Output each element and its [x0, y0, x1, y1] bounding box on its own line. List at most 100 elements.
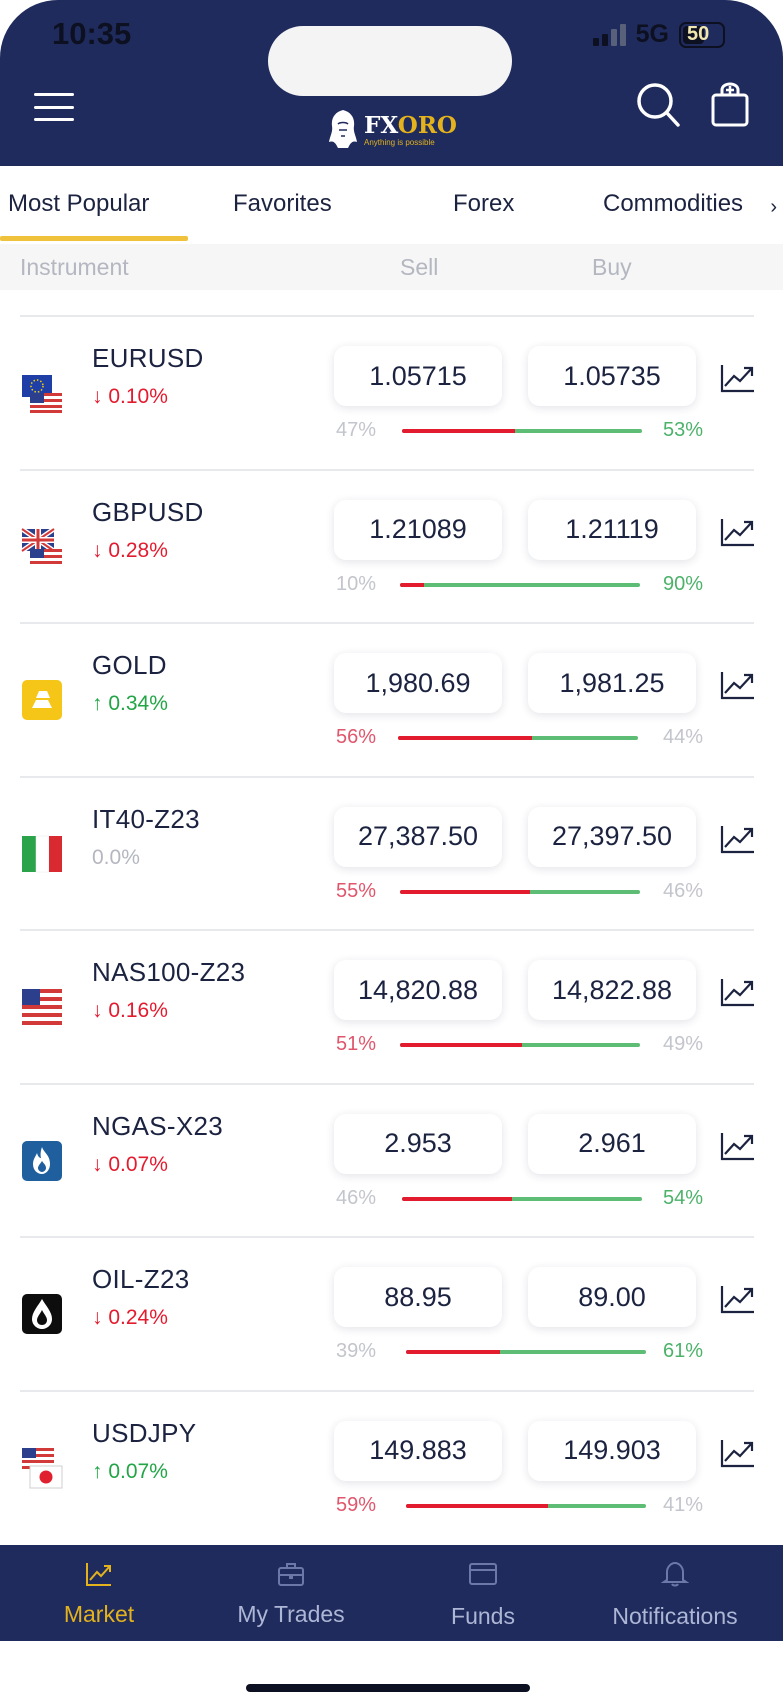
trend-chart-icon[interactable]	[720, 1436, 756, 1468]
sell-price-button[interactable]: 1.05715	[334, 346, 502, 406]
instrument-symbol: IT40-Z23	[92, 803, 200, 834]
chevron-right-icon[interactable]: ›	[770, 196, 777, 219]
row-divider	[20, 468, 754, 471]
nav-my-trades[interactable]: My Trades	[196, 1545, 386, 1641]
row-divider	[20, 622, 754, 624]
sentiment-bar	[400, 1043, 640, 1047]
instrument-row[interactable]: EURUSD ↓ 0.10% 1.05715 1.05735 47% 53%	[0, 315, 783, 469]
nav-my-trades-label: My Trades	[237, 1601, 345, 1627]
instrument-row[interactable]: NGAS-X23 ↓ 0.07% 2.953 2.961 46% 54%	[0, 1082, 783, 1237]
status-time: 10:35	[52, 16, 132, 51]
trend-chart-icon[interactable]	[720, 822, 756, 854]
network-type: 5G	[635, 20, 669, 48]
buy-sentiment-percent: 46%	[662, 879, 703, 902]
column-buy: Buy	[592, 254, 632, 280]
trend-chart-icon[interactable]	[720, 361, 756, 393]
sell-price-button[interactable]: 27,387.50	[334, 806, 502, 867]
gold-bars-icon	[22, 680, 62, 720]
tab-most-popular[interactable]: Most Popular	[8, 190, 149, 218]
sell-sentiment-percent: 51%	[336, 1033, 377, 1055]
instrument-list: EURUSD ↓ 0.10% 1.05715 1.05735 47% 53% G…	[0, 315, 783, 1543]
nav-funds[interactable]: Funds	[388, 1545, 578, 1641]
price-change: ↓ 0.28%	[92, 538, 168, 562]
buy-price-button[interactable]: 14,822.88	[528, 960, 696, 1020]
row-divider	[20, 315, 754, 317]
lion-logo-icon	[329, 110, 357, 148]
hamburger-menu-icon[interactable]	[34, 90, 74, 124]
buy-sentiment-percent: 53%	[662, 419, 703, 441]
nav-market[interactable]: Market	[4, 1545, 194, 1641]
instrument-row[interactable]: GOLD ↑ 0.34% 1,980.69 1,981.25 56% 44%	[0, 622, 783, 776]
buy-price-button[interactable]: 1.21119	[528, 499, 696, 560]
us-japan-flag-icon	[22, 1447, 63, 1488]
instrument-row[interactable]: IT40-Z23 0.0% 27,387.50 27,397.50 55% 46…	[0, 775, 783, 930]
instrument-row[interactable]: USDJPY ↑ 0.07% 149.883 149.903 59% 41%	[0, 1389, 783, 1544]
sentiment-bar	[400, 582, 640, 587]
row-divider	[20, 1082, 754, 1085]
instrument-symbol: OIL-Z23	[92, 1264, 190, 1294]
us-flag-icon	[22, 989, 62, 1025]
instrument-symbol: USDJPY	[92, 1417, 197, 1448]
home-indicator[interactable]	[246, 1684, 530, 1692]
bottom-navigation: Market My Trades Funds Notifications	[0, 1545, 783, 1641]
fxoro-logo: FXORO Anything is possible	[326, 108, 457, 152]
bell-icon	[661, 1561, 689, 1587]
instrument-row[interactable]: NAS100-Z23 ↓ 0.16% 14,820.88 14,822.88 5…	[0, 929, 783, 1083]
briefcase-icon	[278, 1563, 304, 1586]
nav-funds-label: Funds	[451, 1603, 515, 1629]
buy-price-button[interactable]: 1,981.25	[528, 653, 696, 713]
battery-level: 50	[687, 22, 710, 45]
trend-chart-icon[interactable]	[720, 515, 756, 547]
eu-us-flag-icon	[22, 375, 62, 413]
tab-favorites[interactable]: Favorites	[233, 190, 332, 218]
buy-price-button[interactable]: 89.00	[528, 1267, 696, 1327]
nav-notifications[interactable]: Notifications	[580, 1545, 770, 1641]
instrument-symbol: EURUSD	[92, 343, 204, 373]
trend-chart-icon[interactable]	[720, 1129, 756, 1161]
buy-price-button[interactable]: 149.903	[528, 1420, 696, 1481]
column-headers: Instrument Sell Buy	[0, 244, 783, 290]
buy-sentiment-percent: 44%	[662, 726, 703, 748]
trend-chart-icon[interactable]	[720, 668, 756, 700]
sell-price-button[interactable]: 1,980.69	[334, 653, 502, 713]
instrument-symbol: NGAS-X23	[92, 1110, 224, 1141]
sell-price-button[interactable]: 1.21089	[334, 499, 502, 560]
sell-price-button[interactable]: 88.95	[334, 1267, 502, 1327]
buy-price-button[interactable]: 27,397.50	[528, 806, 696, 867]
instrument-row[interactable]: GBPUSD ↓ 0.28% 1.21089 1.21119 10% 90%	[0, 468, 783, 623]
buy-sentiment-percent: 54%	[662, 1186, 703, 1209]
sentiment-bar	[400, 889, 640, 894]
market-chart-icon	[86, 1563, 111, 1586]
price-change: ↓ 0.24%	[92, 1306, 168, 1329]
tab-forex[interactable]: Forex	[453, 190, 514, 218]
row-divider	[20, 1389, 754, 1392]
uk-us-flag-icon	[20, 526, 62, 567]
search-icon[interactable]	[636, 82, 680, 128]
active-tab-indicator	[0, 236, 188, 241]
sell-price-button[interactable]: 2.953	[334, 1113, 502, 1174]
tab-commodities[interactable]: Commodities	[603, 190, 743, 218]
trend-chart-icon[interactable]	[720, 975, 756, 1007]
buy-sentiment-percent: 41%	[662, 1493, 703, 1516]
price-change: ↑ 0.07%	[92, 1459, 168, 1483]
shopping-bag-icon[interactable]	[710, 82, 750, 128]
brand-oro: ORO	[397, 111, 457, 139]
sell-price-button[interactable]: 14,820.88	[334, 960, 502, 1020]
buy-price-button[interactable]: 2.961	[528, 1113, 696, 1174]
sell-price-button[interactable]: 149.883	[334, 1420, 502, 1481]
row-divider	[20, 775, 754, 778]
price-change: ↓ 0.16%	[92, 999, 168, 1022]
buy-price-button[interactable]: 1.05735	[528, 346, 696, 406]
credit-card-icon	[469, 1563, 497, 1585]
sell-sentiment-percent: 59%	[336, 1493, 377, 1516]
app-header: 10:35 5G 50 FXORO Anything is possible	[0, 0, 783, 166]
instrument-row[interactable]: OIL-Z23 ↓ 0.24% 88.95 89.00 39% 61%	[0, 1236, 783, 1390]
nav-market-label: Market	[63, 1601, 135, 1627]
buy-sentiment-percent: 49%	[662, 1033, 703, 1055]
trend-chart-icon[interactable]	[720, 1282, 756, 1314]
sentiment-bar	[402, 429, 642, 433]
status-indicators: 5G 50	[592, 20, 725, 49]
row-divider	[20, 929, 754, 931]
sentiment-bar	[398, 736, 638, 740]
buy-sentiment-percent: 61%	[662, 1340, 703, 1362]
